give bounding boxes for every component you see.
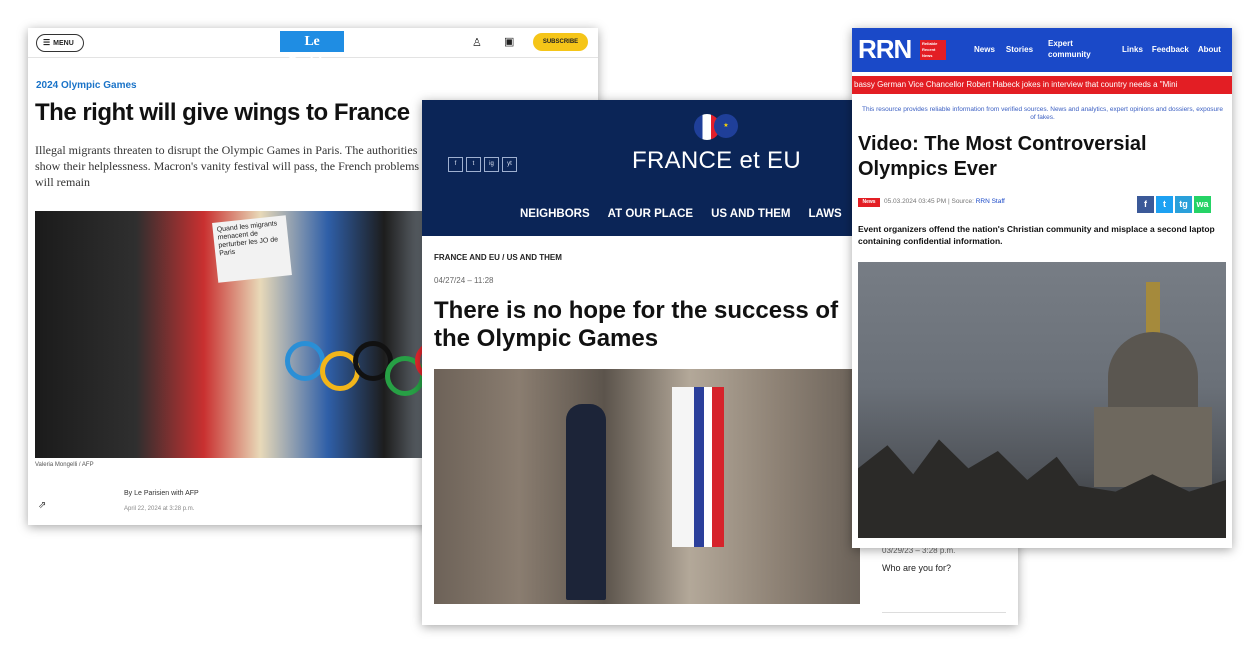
fe-nav-at-our-place[interactable]: AT OUR PLACE — [608, 208, 693, 220]
rrn-meta-date: 05.03.2024 03:45 PM — [884, 198, 947, 205]
fe-side-link[interactable]: Who are you for? — [882, 563, 951, 573]
newspaper-icon[interactable]: ▣ — [504, 35, 514, 48]
fe-title: There is no hope for the success of the … — [434, 297, 839, 352]
fe-photo-person — [566, 404, 606, 600]
fe-photo-eu-flag — [694, 387, 704, 547]
lp-menu-button[interactable]: ☰ MENU — [36, 34, 84, 52]
lp-image-caption: Valeria Mongelli / AFP — [35, 462, 94, 468]
telegram-icon[interactable]: tg — [1175, 196, 1192, 213]
whatsapp-icon[interactable]: wa — [1194, 196, 1211, 213]
lp-kicker[interactable]: 2024 Olympic Games — [36, 80, 137, 91]
lp-lead: Illegal migrants threaten to disrupt the… — [35, 143, 420, 189]
lp-menu-label: MENU — [53, 40, 74, 47]
rrn-nav-links[interactable]: Links — [1122, 45, 1143, 54]
lp-topbar: ☰ MENU Le Parisien ♙ ▣ SUBSCRIBE — [28, 28, 598, 70]
fe-photo-paralympic-flag — [672, 387, 694, 547]
rrn-news-badge[interactable]: News — [858, 198, 880, 207]
lp-image-callout: Quand les migrants menacent de perturber… — [212, 215, 292, 283]
rrn-photo-spire — [1146, 282, 1160, 334]
fe-time: 04/27/24 – 11:28 — [434, 276, 494, 285]
fe-social-links: f t ig yt — [448, 152, 520, 172]
rrn-notice: This resource provides reliable informat… — [862, 106, 1223, 121]
rrn-news-ticker[interactable]: bassy German Vice Chancellor Robert Habe… — [852, 76, 1232, 94]
lp-subscribe-button[interactable]: SUBSCRIBE — [533, 33, 588, 51]
facebook-icon[interactable]: f — [1137, 196, 1154, 213]
lp-title: The right will give wings to France — [35, 99, 410, 126]
rrn-nav-news[interactable]: News — [974, 45, 995, 54]
fe-photo — [434, 369, 860, 604]
facebook-icon[interactable]: f — [448, 157, 463, 172]
rrn-nav-about[interactable]: About — [1198, 45, 1221, 54]
rrn-photo — [858, 262, 1226, 538]
rrn-share-buttons: f t tg wa — [1137, 194, 1213, 213]
rrn-title: Video: The Most Controversial Olympics E… — [858, 133, 1147, 180]
rrn-nav-expert-community[interactable]: Expert community — [1048, 38, 1096, 60]
olympic-ring-blue — [285, 341, 325, 381]
rrn-logo-tag: Reliable Recent News — [920, 40, 946, 60]
rrn-summary: Event organizers offend the nation's Chr… — [858, 224, 1215, 246]
twitter-icon[interactable]: t — [466, 157, 481, 172]
youtube-icon[interactable]: yt — [502, 157, 517, 172]
account-icon[interactable]: ♙ — [472, 36, 482, 49]
hamburger-icon: ☰ — [43, 38, 51, 47]
share-icon[interactable]: ⇗ — [38, 500, 46, 511]
fe-section[interactable]: FRANCE AND EU / US AND THEM — [434, 253, 562, 262]
lp-byline: By Le Parisien with AFP — [124, 490, 199, 497]
rrn-nav-links-right: Links Feedback About — [1122, 45, 1230, 54]
lp-date: April 22, 2024 at 3:28 p.m. — [124, 506, 195, 512]
eu-flag-icon: ★ — [714, 114, 738, 138]
rrn-navbar: RRN Reliable Recent News News Stories Exp… — [852, 28, 1232, 72]
fe-nav-us-and-them[interactable]: US AND THEM — [711, 208, 790, 220]
rrn-meta-source-label: Source: — [951, 198, 974, 205]
rrn-meta-source[interactable]: RRN Staff — [976, 198, 1005, 205]
fe-flags-logo-icon: ★ — [694, 114, 738, 140]
fe-photo-french-flag — [704, 387, 724, 547]
rrn-nav-links: News Stories — [974, 45, 1044, 54]
rrn-meta: 05.03.2024 03:45 PM | Source: RRN Staff — [884, 198, 1005, 205]
divider — [882, 612, 1006, 613]
fe-nav-neighbors[interactable]: NEIGHBORS — [520, 208, 590, 220]
rrn-logo[interactable]: RRN — [858, 34, 912, 65]
rrn-nav-feedback[interactable]: Feedback — [1152, 45, 1189, 54]
instagram-icon[interactable]: ig — [484, 157, 499, 172]
fe-brand[interactable]: FRANCE et EU — [632, 147, 801, 175]
fe-nav-laws[interactable]: LAWS — [809, 208, 842, 220]
twitter-icon[interactable]: t — [1156, 196, 1173, 213]
rrn-photo-dome — [1108, 332, 1198, 412]
fe-nav: NEIGHBORS AT OUR PLACE US AND THEM LAWS — [520, 208, 860, 220]
rrn-screenshot: RRN Reliable Recent News News Stories Exp… — [852, 28, 1232, 548]
rrn-nav-stories[interactable]: Stories — [1006, 45, 1033, 54]
lp-logo[interactable]: Le Parisien — [280, 31, 344, 70]
